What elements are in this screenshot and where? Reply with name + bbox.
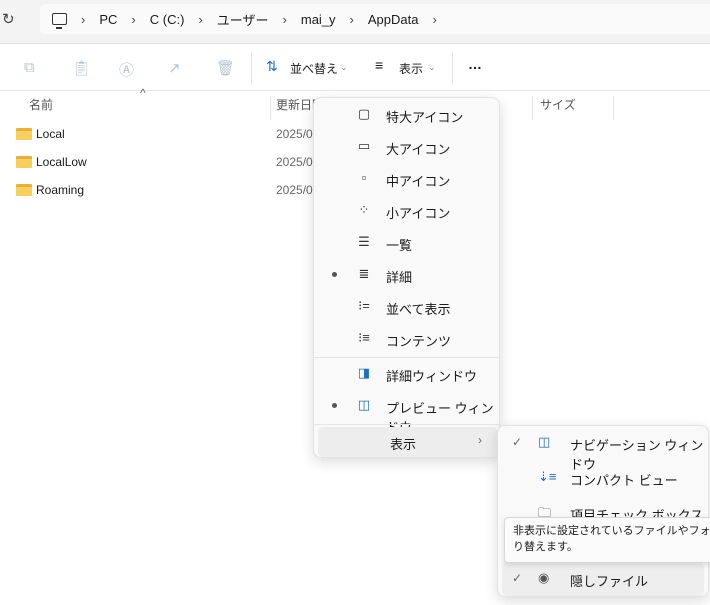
sort-icon[interactable]: ⇅ [266, 58, 278, 75]
extra-large-icons-icon: ▢ [357, 106, 371, 121]
selected-bullet-icon [332, 272, 337, 277]
check-icon: ✓ [512, 571, 523, 585]
menu-item-content[interactable]: ⁝≡ コンテンツ [314, 324, 499, 354]
menu-item-list[interactable]: ☰ 一覧 [314, 228, 499, 258]
chevron-right-icon[interactable]: › [283, 12, 287, 27]
selected-bullet-icon [332, 403, 337, 408]
menu-item-show[interactable]: 表示 › [318, 427, 498, 457]
command-bar: ⧉ 📋︎ Ⓐ ↗ 🗑︎ ⇅ 並べ替え ⌄ ≡ 表示 ⌄ … [0, 45, 710, 91]
menu-label: 一覧 [386, 238, 413, 253]
rename-icon[interactable]: Ⓐ [119, 59, 134, 80]
tooltip-text: り替えます。 [513, 541, 578, 553]
breadcrumb-user[interactable]: mai_y [301, 12, 336, 27]
pc-icon [52, 13, 67, 29]
tooltip-text: 非表示に設定されているファイルやフォルダーの表示を切 [513, 525, 710, 537]
column-size[interactable]: サイズ [540, 96, 576, 113]
delete-icon[interactable]: 🗑︎ [216, 59, 235, 77]
menu-label: 隠しファイル [570, 574, 649, 589]
show-submenu: ✓ ◫ ナビゲーション ウィンドウ ⇣≡ コンパクト ビュー 🗀 項目チェック ボックス… [497, 425, 709, 597]
breadcrumb-c[interactable]: C (C:) [150, 12, 185, 27]
breadcrumb-users[interactable]: ユーザー [217, 10, 269, 29]
small-icons-icon: ⁘ [358, 202, 370, 217]
medium-icons-icon: ▫ [361, 170, 367, 185]
file-name: LocalLow [36, 155, 87, 169]
large-icons-icon: ▭ [357, 138, 371, 153]
divider [314, 357, 499, 358]
menu-item-tiles[interactable]: ⁝= 並べて表示 [314, 292, 499, 322]
refresh-icon[interactable]: ↻ [2, 10, 15, 28]
view-icon[interactable]: ≡ [375, 57, 383, 73]
menu-label: 詳細ウィンドウ [386, 369, 478, 384]
menu-label: 大アイコン [386, 142, 451, 157]
menu-label: 小アイコン [386, 206, 451, 221]
file-row[interactable]: Local 2025/06 [0, 121, 330, 149]
tiles-icon: ⁝= [358, 298, 370, 313]
folder-icon [16, 184, 32, 196]
menu-item-small-icons[interactable]: ⁘ 小アイコン [314, 196, 499, 226]
menu-item-compact-view[interactable]: ⇣≡ コンパクト ビュー [498, 461, 708, 495]
divider [314, 424, 499, 425]
eye-icon: ◉ [538, 570, 550, 585]
details-pane-icon: ◨ [357, 365, 371, 380]
paste-icon[interactable]: 📋︎ [72, 59, 91, 77]
column-name[interactable]: 名前 [29, 96, 53, 113]
menu-item-medium-icons[interactable]: ▫ 中アイコン [314, 164, 499, 194]
more-button[interactable]: … [468, 56, 482, 72]
menu-item-hidden-files[interactable]: ✓ ◉ 隠しファイル [502, 562, 704, 596]
menu-item-preview-pane[interactable]: ◫プレビュー ウィンドウ [314, 391, 499, 435]
chevron-right-icon[interactable]: › [432, 12, 436, 27]
divider [452, 53, 453, 85]
preview-pane-icon: ◫ [357, 397, 371, 412]
chevron-right-icon[interactable]: › [350, 12, 354, 27]
view-button[interactable]: 表示 [399, 60, 423, 77]
divider[interactable] [613, 96, 614, 120]
sort-ascending-icon: ^ [140, 86, 146, 100]
tooltip: 非表示に設定されているファイルやフォルダーの表示を切 り替えます。 [504, 517, 710, 563]
menu-item-extra-large-icons[interactable]: ▢ 特大アイコン [314, 100, 499, 130]
divider[interactable] [270, 96, 271, 120]
share-icon[interactable]: ↗ [168, 59, 181, 77]
title-area: ↻ › PC › C (C:) › ユーザー › mai_y › AppData… [0, 0, 710, 44]
menu-label: 並べて表示 [386, 302, 451, 317]
file-name: Roaming [36, 183, 85, 197]
sort-button[interactable]: 並べ替え [290, 60, 338, 77]
chevron-right-icon[interactable]: › [81, 12, 85, 27]
divider[interactable] [532, 96, 533, 120]
menu-label: 中アイコン [386, 174, 451, 189]
file-row[interactable]: LocalLow 2025/06 [0, 149, 330, 177]
breadcrumb-appdata[interactable]: AppData [368, 12, 419, 27]
details-icon: ≣ [358, 266, 370, 281]
menu-label: 表示 [390, 437, 417, 452]
file-row[interactable]: Roaming 2025/06 [0, 177, 330, 205]
copy-icon[interactable]: ⧉ [24, 59, 35, 76]
folder-icon [16, 156, 32, 168]
menu-label: コンパクト ビュー [570, 473, 678, 488]
chevron-right-icon[interactable]: › [131, 12, 135, 27]
breadcrumb-pc[interactable]: PC [99, 12, 117, 27]
compact-view-icon: ⇣≡ [538, 469, 557, 484]
menu-item-details-pane[interactable]: ◨ 詳細ウィンドウ [314, 359, 499, 389]
list-icon: ☰ [358, 234, 370, 249]
chevron-right-icon: › [478, 433, 482, 447]
menu-item-details[interactable]: ≣ 詳細 [314, 260, 499, 290]
folder-icon [16, 128, 32, 140]
menu-label: 詳細 [386, 270, 413, 285]
view-menu: ▢ 特大アイコン ▭ 大アイコン ▫ 中アイコン ⁘ 小アイコン ☰ 一覧 ≣ 詳細 ⁝= 並… [313, 97, 500, 458]
check-icon: ✓ [512, 435, 523, 449]
divider [251, 53, 252, 85]
chevron-down-icon: ⌄ [340, 62, 348, 72]
menu-item-large-icons[interactable]: ▭ 大アイコン [314, 132, 499, 162]
content-icon: ⁝≡ [358, 330, 370, 345]
chevron-down-icon: ⌄ [428, 62, 436, 72]
menu-item-navigation-pane[interactable]: ✓ ◫ ナビゲーション ウィンドウ [498, 426, 708, 472]
address-bar[interactable]: › PC › C (C:) › ユーザー › mai_y › AppData › [40, 4, 710, 34]
menu-label: 特大アイコン [386, 110, 464, 125]
chevron-right-icon[interactable]: › [198, 12, 202, 27]
navigation-pane-icon: ◫ [538, 434, 551, 449]
file-name: Local [36, 127, 65, 141]
menu-label: コンテンツ [386, 334, 452, 349]
